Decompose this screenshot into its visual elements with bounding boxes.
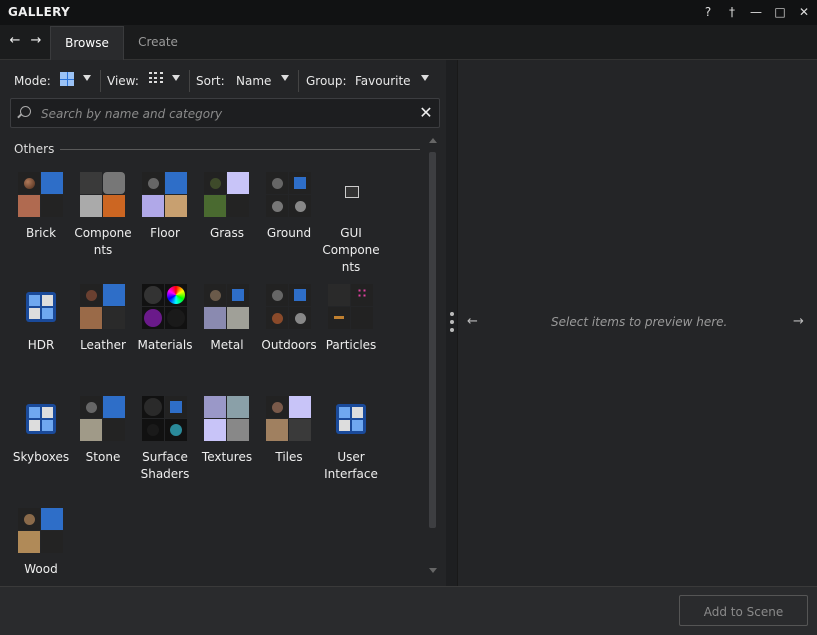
sort-dropdown[interactable]: Name: [236, 74, 271, 88]
item-label: Brick: [25, 226, 57, 240]
help-button[interactable]: ?: [701, 4, 715, 20]
preview-back-arrow-icon[interactable]: ←: [467, 314, 478, 329]
minimize-button[interactable]: —: [749, 4, 763, 20]
mode-dropdown-caret-icon[interactable]: [83, 75, 91, 81]
hdr-thumbnail: [18, 284, 64, 330]
item-label: Grass: [209, 226, 245, 240]
close-button[interactable]: ✕: [797, 4, 811, 20]
ground-thumbnail: [266, 172, 312, 218]
preview-forward-arrow-icon[interactable]: →: [793, 314, 804, 329]
view-grid-icon[interactable]: [149, 72, 163, 84]
gallery-item-brick[interactable]: Brick: [10, 172, 72, 242]
gallery-item-hdr[interactable]: HDR: [10, 284, 72, 354]
item-label: Outdoors: [261, 338, 317, 352]
floor-thumbnail: [142, 172, 188, 218]
item-label: Skyboxes: [12, 450, 70, 464]
item-label: Metal: [210, 338, 244, 352]
materials-thumbnail: [142, 284, 188, 330]
gallery-item-stone[interactable]: Stone: [72, 396, 134, 466]
item-label: Ground: [266, 226, 312, 240]
search-input[interactable]: [39, 105, 413, 123]
preview-placeholder: Select items to preview here.: [551, 315, 728, 329]
pin-button[interactable]: †: [725, 4, 739, 20]
wood-thumbnail: [18, 508, 64, 554]
pane-splitter[interactable]: [446, 60, 457, 586]
window-title: GALLERY: [8, 5, 71, 19]
particles-thumbnail: [328, 284, 374, 330]
scrollbar[interactable]: [428, 138, 437, 578]
gui-components-thumbnail: [328, 172, 374, 218]
gallery-item-user-interface[interactable]: User Interface: [320, 396, 382, 483]
item-label: Leather: [80, 338, 126, 352]
item-label: HDR: [27, 338, 55, 352]
item-label: Tiles: [275, 450, 303, 464]
gallery-item-ground[interactable]: Ground: [258, 172, 320, 242]
gallery-item-gui-components[interactable]: GUI Compone nts: [320, 172, 382, 276]
view-dropdown-caret-icon[interactable]: [172, 75, 180, 81]
section-title: Others: [14, 142, 55, 156]
gallery-item-skyboxes[interactable]: Skyboxes: [10, 396, 72, 466]
tab-create[interactable]: Create: [124, 26, 192, 59]
search-box: ✕: [10, 98, 440, 128]
gallery-item-components[interactable]: Compone nts: [72, 172, 134, 259]
sort-dropdown-caret-icon[interactable]: [281, 75, 289, 81]
skyboxes-thumbnail: [18, 396, 64, 442]
gallery-item-wood[interactable]: Wood: [10, 508, 72, 578]
sort-label: Sort:: [196, 74, 225, 88]
add-to-scene-button[interactable]: Add to Scene: [679, 595, 808, 626]
scroll-down-icon[interactable]: [429, 568, 437, 573]
item-label: Floor: [150, 226, 180, 240]
metal-thumbnail: [204, 284, 250, 330]
group-dropdown-caret-icon[interactable]: [421, 75, 429, 81]
grass-thumbnail: [204, 172, 250, 218]
title-bar: GALLERY ? † — □ ✕: [0, 0, 817, 25]
gallery-item-surface-shaders[interactable]: Surface Shaders: [134, 396, 196, 483]
surface-shaders-thumbnail: [142, 396, 188, 442]
gallery-item-grass[interactable]: Grass: [196, 172, 258, 242]
mode-grid-icon[interactable]: [60, 72, 74, 86]
group-label: Group:: [306, 74, 347, 88]
item-label: GUI Compone nts: [322, 226, 380, 274]
group-dropdown[interactable]: Favourite: [355, 74, 411, 88]
view-label: View:: [107, 74, 139, 88]
gallery-item-leather[interactable]: Leather: [72, 284, 134, 354]
outdoors-thumbnail: [266, 284, 312, 330]
item-label: Surface Shaders: [140, 450, 190, 481]
forward-arrow-icon[interactable]: →: [29, 34, 43, 48]
gallery-item-floor[interactable]: Floor: [134, 172, 196, 242]
clear-search-icon[interactable]: ✕: [417, 103, 435, 123]
item-label: Compone nts: [74, 226, 132, 257]
stone-thumbnail: [80, 396, 126, 442]
section-divider: [60, 149, 420, 150]
gallery-item-materials[interactable]: Materials: [134, 284, 196, 354]
gallery-item-metal[interactable]: Metal: [196, 284, 258, 354]
item-label: User Interface: [324, 450, 378, 481]
scroll-thumb[interactable]: [429, 152, 436, 528]
back-arrow-icon[interactable]: ←: [8, 34, 22, 48]
gallery-item-outdoors[interactable]: Outdoors: [258, 284, 320, 354]
scroll-up-icon[interactable]: [429, 138, 437, 143]
mode-label: Mode:: [14, 74, 51, 88]
item-label: Materials: [137, 338, 193, 352]
gallery-item-particles[interactable]: Particles: [320, 284, 382, 354]
tiles-thumbnail: [266, 396, 312, 442]
search-icon: [20, 106, 31, 117]
textures-thumbnail: [204, 396, 250, 442]
user-interface-thumbnail: [328, 396, 374, 442]
components-thumbnail: [80, 172, 126, 218]
nav-bar: ← → Browse Create: [0, 25, 817, 60]
gallery-item-textures[interactable]: Textures: [196, 396, 258, 466]
item-label: Particles: [325, 338, 377, 352]
leather-thumbnail: [80, 284, 126, 330]
gallery-item-tiles[interactable]: Tiles: [258, 396, 320, 466]
item-label: Stone: [85, 450, 121, 464]
tab-browse[interactable]: Browse: [50, 26, 124, 60]
item-label: Wood: [24, 562, 58, 576]
brick-thumbnail: [18, 172, 64, 218]
maximize-button[interactable]: □: [773, 4, 787, 20]
item-label: Textures: [201, 450, 253, 464]
